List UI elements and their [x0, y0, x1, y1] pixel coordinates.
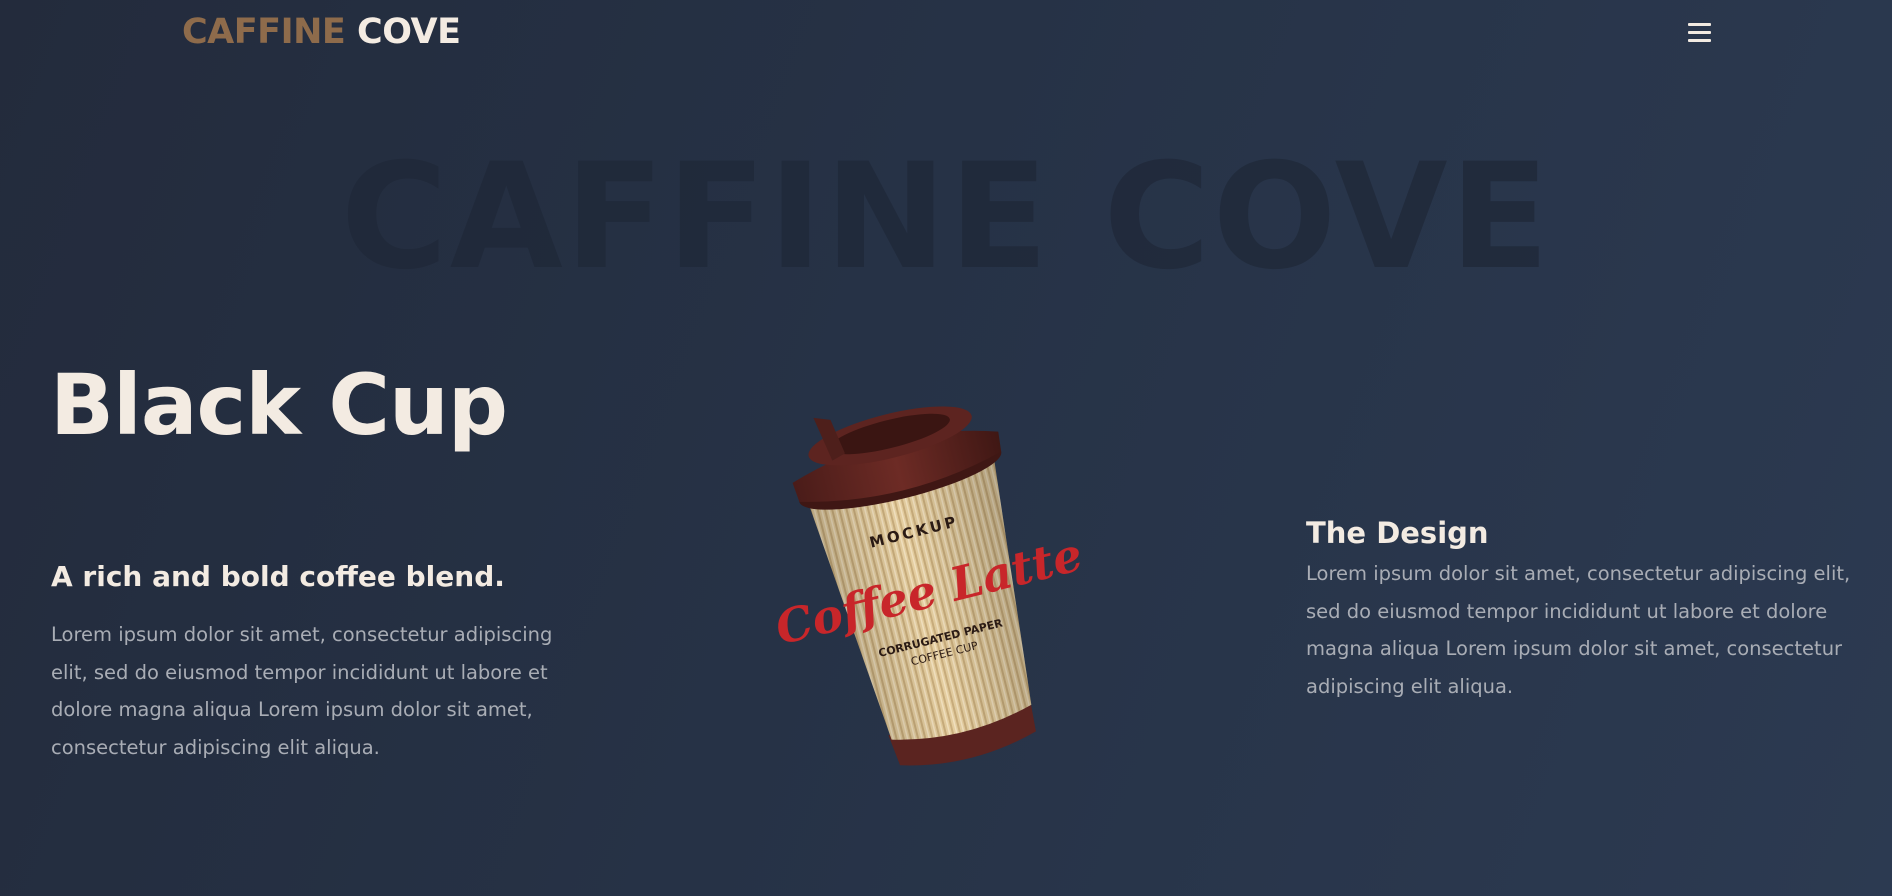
page-title: Black Cup	[50, 356, 508, 454]
navbar: CAFFINE COVE	[0, 0, 1892, 66]
design-heading: The Design	[1306, 516, 1489, 550]
design-description: Lorem ipsum dolor sit amet, consectetur …	[1306, 562, 1851, 698]
background-watermark: CAFFINE COVE	[340, 132, 1552, 302]
logo-part-caffine: CAFFINE	[182, 12, 346, 52]
product-description: Lorem ipsum dolor sit amet, consectetur …	[51, 623, 553, 759]
logo-part-cove: COVE	[357, 12, 461, 52]
brand-logo[interactable]: CAFFINE COVE	[182, 12, 461, 52]
hamburger-menu-icon[interactable]	[1686, 22, 1714, 44]
coffee-cup-image: MOCKUP Coffee Latte CORRUGATED PAPER COF…	[758, 362, 1088, 777]
product-subtitle: A rich and bold coffee blend.	[51, 560, 505, 593]
